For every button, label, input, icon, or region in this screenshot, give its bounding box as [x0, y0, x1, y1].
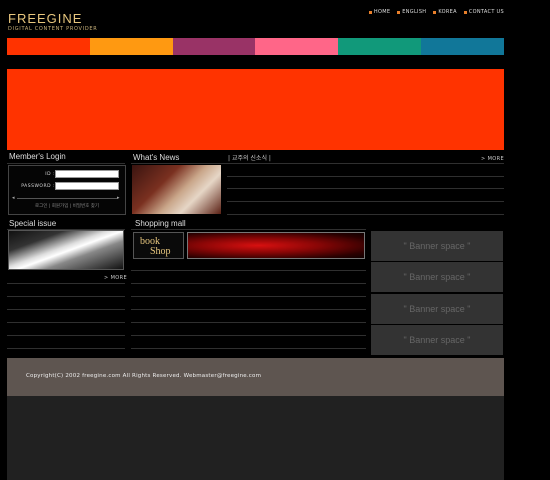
bottom-panel — [7, 396, 504, 480]
divider — [131, 163, 504, 164]
divider — [7, 163, 125, 164]
color-block[interactable] — [421, 38, 504, 55]
divider — [131, 229, 366, 230]
special-thumbnail[interactable] — [8, 230, 124, 270]
shop-row-line — [131, 348, 366, 349]
copyright-text: Copyright(C) 2002 freegine.com All Right… — [26, 373, 262, 379]
bullet-icon — [433, 10, 437, 14]
brand-subtitle: DIGITAL CONTENT PROVIDER — [8, 26, 98, 32]
password-label: PASSWORD : — [21, 184, 55, 189]
banner-space-4[interactable]: " Banner space " — [371, 325, 503, 355]
news-row-line — [227, 188, 504, 189]
shop-row-line — [131, 296, 366, 297]
footer: Copyright(C) 2002 freegine.com All Right… — [7, 358, 504, 396]
shop-row-line — [131, 283, 366, 284]
shop-logo-line2: Shop — [150, 246, 171, 257]
nav-contact-label: CONTACT US — [468, 9, 504, 15]
bullet-icon — [397, 10, 401, 14]
banner-space-1[interactable]: " Banner space " — [371, 231, 503, 261]
find-password-link[interactable]: 비밀번호 찾기 — [73, 204, 99, 209]
shop-banner[interactable] — [187, 232, 365, 259]
shop-row-line — [131, 309, 366, 310]
news-title: What's News — [133, 153, 180, 162]
color-block[interactable] — [89, 38, 173, 55]
special-row-line — [7, 348, 125, 349]
password-input[interactable] — [55, 182, 119, 190]
color-block[interactable] — [255, 38, 339, 55]
news-tab[interactable]: | 교주의 신소식 | — [228, 153, 271, 162]
color-block[interactable] — [7, 38, 90, 55]
news-thumbnail[interactable] — [132, 165, 221, 214]
banner-space-2[interactable]: " Banner space " — [371, 262, 503, 292]
special-row-line — [7, 283, 125, 284]
special-row-line — [7, 296, 125, 297]
bullet-icon — [368, 10, 372, 14]
book-shop-logo[interactable]: book Shop — [133, 232, 184, 259]
special-more-link[interactable]: > MORE — [104, 275, 127, 281]
login-links: 로그인 | 회원가입 | 비밀번호 찾기 — [34, 204, 100, 209]
shop-title: Shopping mall — [135, 219, 186, 228]
banner-space-3[interactable]: " Banner space " — [371, 294, 503, 324]
color-block[interactable] — [172, 38, 256, 55]
nav-home[interactable]: HOME — [368, 9, 391, 15]
news-more-link[interactable]: > MORE — [481, 156, 504, 162]
id-label: ID : — [45, 172, 55, 177]
id-input[interactable] — [55, 170, 119, 178]
news-row-line — [227, 176, 504, 177]
news-tab-label: 교주의 신소식 — [231, 155, 267, 162]
nav-home-label: HOME — [373, 9, 391, 15]
special-title: Special issue — [9, 219, 57, 228]
hero-banner[interactable] — [7, 69, 504, 150]
brand-title[interactable]: FREEGINE — [8, 11, 82, 26]
news-row-line — [227, 201, 504, 202]
arrow-left-icon: ◂ — [12, 195, 15, 201]
signup-link[interactable]: 회원가입 — [52, 204, 69, 209]
arrow-right-icon: ▸ — [117, 195, 120, 201]
news-row-line — [227, 214, 504, 215]
shop-row-line — [131, 335, 366, 336]
color-bar — [7, 38, 504, 55]
shop-row-line — [131, 322, 366, 323]
top-nav: HOME ENGLISH KOREA CONTACT US — [368, 9, 504, 15]
bullet-icon — [463, 10, 467, 14]
nav-english[interactable]: ENGLISH — [397, 9, 426, 15]
special-row-line — [7, 322, 125, 323]
nav-english-label: ENGLISH — [402, 9, 427, 15]
nav-contact[interactable]: CONTACT US — [463, 9, 504, 15]
nav-korea[interactable]: KOREA — [433, 9, 457, 15]
shop-row-line — [131, 270, 366, 271]
login-box: ID : PASSWORD : ◂ ▸ 로그인 | 회원가입 | 비밀번호 찾기 — [8, 165, 126, 215]
login-link[interactable]: 로그인 — [35, 204, 47, 209]
nav-korea-label: KOREA — [438, 9, 457, 15]
color-block[interactable] — [338, 38, 422, 55]
login-title: Member's Login — [9, 152, 66, 161]
divider — [17, 198, 117, 199]
special-row-line — [7, 309, 125, 310]
special-row-line — [7, 335, 125, 336]
